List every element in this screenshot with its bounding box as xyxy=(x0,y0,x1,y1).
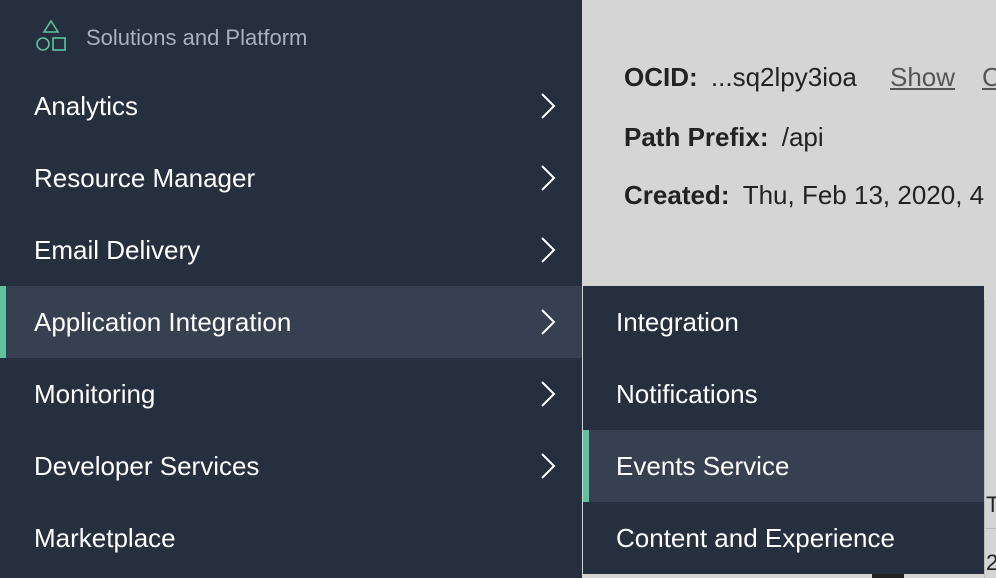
navigation-menu: Solutions and Platform Analytics Resourc… xyxy=(0,0,582,578)
menu-item-developer-services[interactable]: Developer Services xyxy=(0,430,582,502)
chevron-right-icon xyxy=(541,453,556,479)
created-row: Created: Thu, Feb 13, 2020, 4 xyxy=(624,180,984,211)
chevron-right-icon xyxy=(541,309,556,335)
menu-item-application-integration[interactable]: Application Integration xyxy=(0,286,582,358)
chevron-right-icon xyxy=(541,93,556,119)
table-border xyxy=(984,300,985,578)
menu-item-label: Analytics xyxy=(34,90,139,121)
submenu-item-label: Integration xyxy=(616,306,739,337)
ocid-value: ...sq2lpy3ioa xyxy=(710,62,857,92)
menu-item-analytics[interactable]: Analytics xyxy=(0,70,582,142)
ocid-label: OCID: xyxy=(624,62,698,92)
created-value: Thu, Feb 13, 2020, 4 xyxy=(742,180,985,210)
solutions-platform-icon xyxy=(34,19,68,58)
chevron-right-icon xyxy=(541,165,556,191)
menu-item-resource-manager[interactable]: Resource Manager xyxy=(0,142,582,214)
path-prefix-row: Path Prefix: /api xyxy=(624,122,824,153)
submenu-item-content-and-experience[interactable]: Content and Experience xyxy=(583,502,984,574)
path-prefix-value: /api xyxy=(781,122,824,152)
copy-ocid-link[interactable]: C xyxy=(982,62,996,93)
created-label: Created: xyxy=(624,180,730,210)
menu-section-header: Solutions and Platform xyxy=(34,18,307,58)
menu-item-label: Resource Manager xyxy=(34,162,256,193)
chevron-right-icon xyxy=(541,237,556,263)
submenu-item-label: Notifications xyxy=(616,378,758,409)
submenu-item-events-service[interactable]: Events Service xyxy=(583,430,984,502)
submenu-item-label: Events Service xyxy=(616,450,790,481)
submenu-item-label: Content and Experience xyxy=(616,522,895,553)
ocid-row: OCID: ...sq2lpy3ioa xyxy=(624,62,857,93)
menu-item-label: Application Integration xyxy=(34,306,292,337)
chevron-right-icon xyxy=(541,381,556,407)
menu-item-label: Monitoring xyxy=(34,378,156,409)
menu-item-label: Email Delivery xyxy=(34,234,201,265)
menu-section-title: Solutions and Platform xyxy=(86,25,308,50)
menu-item-monitoring[interactable]: Monitoring xyxy=(0,358,582,430)
table-row-divider xyxy=(984,528,996,529)
menu-item-email-delivery[interactable]: Email Delivery xyxy=(0,214,582,286)
menu-item-marketplace[interactable]: Marketplace xyxy=(0,502,582,574)
path-prefix-label: Path Prefix: xyxy=(624,122,769,152)
table-header-fragment: T xyxy=(986,492,996,517)
application-integration-submenu: Integration Notifications Events Service… xyxy=(583,286,984,574)
menu-item-label: Developer Services xyxy=(34,450,260,481)
submenu-item-notifications[interactable]: Notifications xyxy=(583,358,984,430)
scroll-indicator xyxy=(872,574,904,578)
menu-item-label: Marketplace xyxy=(34,522,176,553)
submenu-item-integration[interactable]: Integration xyxy=(583,286,984,358)
table-cell-fragment: 2 xyxy=(986,550,996,575)
show-ocid-link[interactable]: Show xyxy=(890,62,955,93)
